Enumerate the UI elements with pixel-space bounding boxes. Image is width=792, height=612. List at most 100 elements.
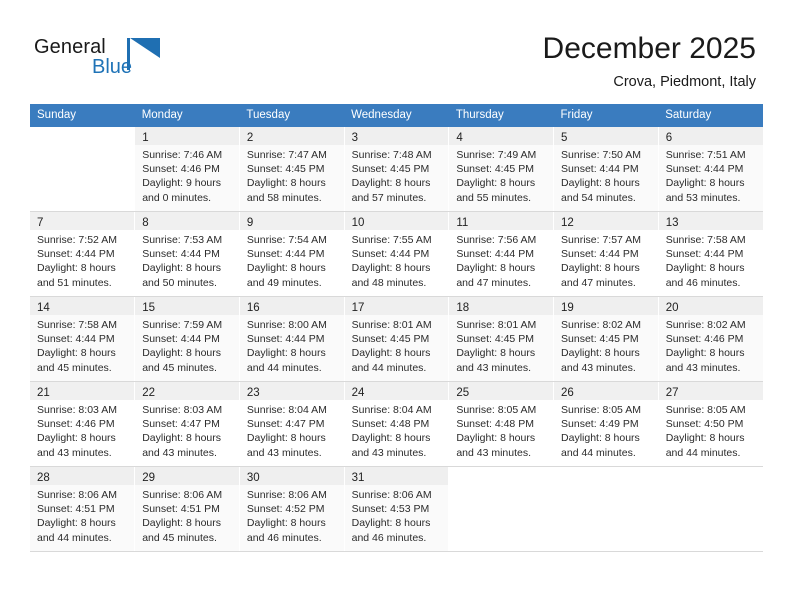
calendar-day-cell[interactable]: 27 Sunrise: 8:05 AM Sunset: 4:50 PM Dayligh… xyxy=(658,381,763,467)
calendar-day-cell[interactable]: 13 Sunrise: 7:58 AM Sunset: 4:44 PM Dayligh… xyxy=(658,211,763,297)
calendar-day-cell[interactable]: 16 Sunrise: 8:00 AM Sunset: 4:44 PM Dayligh… xyxy=(239,296,345,382)
sunset-text: Sunset: 4:45 PM xyxy=(561,333,639,346)
day-details: Sunrise: 8:01 AM Sunset: 4:45 PM Daylight:… xyxy=(345,315,449,375)
sunset-text: Sunset: 4:44 PM xyxy=(456,248,534,261)
day-cell-content: 10 Sunrise: 7:55 AM Sunset: 4:44 PM Dayligh… xyxy=(344,212,449,296)
day-cell-content: 13 Sunrise: 7:58 AM Sunset: 4:44 PM Dayligh… xyxy=(658,212,763,296)
day-details: Sunrise: 7:58 AM Sunset: 4:44 PM Daylight:… xyxy=(659,230,763,290)
day-number-bar: 1 xyxy=(135,127,239,145)
sunrise-text: Sunrise: 8:03 AM xyxy=(142,404,223,416)
sunset-text: Sunset: 4:44 PM xyxy=(142,333,220,346)
flag-triangle-icon xyxy=(130,38,160,58)
calendar-day-cell[interactable]: 28 Sunrise: 8:06 AM Sunset: 4:51 PM Dayligh… xyxy=(30,466,136,552)
calendar-day-cell[interactable]: 11 Sunrise: 7:56 AM Sunset: 4:44 PM Dayligh… xyxy=(448,211,555,297)
calendar-day-cell[interactable]: 22 Sunrise: 8:03 AM Sunset: 4:47 PM Dayligh… xyxy=(134,381,240,467)
day-number-bar: 2 xyxy=(239,127,344,145)
calendar-day-cell[interactable]: 29 Sunrise: 8:06 AM Sunset: 4:51 PM Dayligh… xyxy=(134,466,240,552)
sunset-text: Sunset: 4:51 PM xyxy=(142,503,220,516)
sunset-text: Sunset: 4:44 PM xyxy=(665,248,744,261)
sunset-text: Sunset: 4:51 PM xyxy=(37,503,115,516)
day-details: Sunrise: 7:47 AM Sunset: 4:45 PM Daylight:… xyxy=(240,145,344,205)
calendar-day-cell[interactable]: 3 Sunrise: 7:48 AM Sunset: 4:45 PM Daylight… xyxy=(344,127,450,212)
calendar-day-cell[interactable]: 8 Sunrise: 7:53 AM Sunset: 4:44 PM Daylight… xyxy=(134,211,240,297)
day-details: Sunrise: 7:56 AM Sunset: 4:44 PM Daylight:… xyxy=(449,230,553,290)
sunset-text: Sunset: 4:44 PM xyxy=(561,248,639,261)
brand-logo[interactable]: General Blue xyxy=(34,36,234,86)
calendar-day-cell[interactable]: 7 Sunrise: 7:52 AM Sunset: 4:44 PM Daylight… xyxy=(30,211,136,297)
sunrise-text: Sunrise: 8:05 AM xyxy=(561,404,641,416)
calendar-day-cell[interactable]: 18 Sunrise: 8:01 AM Sunset: 4:45 PM Dayligh… xyxy=(448,296,555,382)
daylight-text-line2: and 0 minutes. xyxy=(142,191,212,204)
daylight-text-line2: and 53 minutes. xyxy=(665,191,741,204)
day-number-bar xyxy=(449,467,553,485)
day-number-bar: 7 xyxy=(30,212,135,230)
day-details: Sunrise: 8:05 AM Sunset: 4:48 PM Daylight:… xyxy=(449,400,553,460)
sunset-text: Sunset: 4:44 PM xyxy=(665,163,744,176)
calendar-day-cell[interactable]: 25 Sunrise: 8:05 AM Sunset: 4:48 PM Dayligh… xyxy=(448,381,555,467)
daylight-text-line1: Daylight: 8 hours xyxy=(246,517,326,530)
day-details: Sunrise: 8:04 AM Sunset: 4:47 PM Daylight:… xyxy=(240,400,344,460)
day-number-bar: 14 xyxy=(30,297,135,315)
calendar-day-cell[interactable]: 31 Sunrise: 8:06 AM Sunset: 4:53 PM Dayligh… xyxy=(344,466,450,552)
calendar-day-cell[interactable]: 30 Sunrise: 8:06 AM Sunset: 4:52 PM Dayligh… xyxy=(239,466,345,552)
day-cell-content xyxy=(449,467,554,551)
sunset-text: Sunset: 4:45 PM xyxy=(351,333,430,346)
day-number-bar: 26 xyxy=(554,382,658,400)
daylight-text-line1: Daylight: 8 hours xyxy=(142,432,221,445)
calendar-day-cell[interactable]: 4 Sunrise: 7:49 AM Sunset: 4:45 PM Daylight… xyxy=(448,127,555,212)
calendar-day-cell[interactable]: 19 Sunrise: 8:02 AM Sunset: 4:45 PM Dayligh… xyxy=(553,296,659,382)
daylight-text-line2: and 44 minutes. xyxy=(351,361,427,374)
day-number: 24 xyxy=(351,387,365,399)
calendar-page: General Blue December 2025 Crova, Piedmo… xyxy=(0,0,792,612)
calendar-day-cell[interactable]: 21 Sunrise: 8:03 AM Sunset: 4:46 PM Dayligh… xyxy=(30,381,136,467)
sunset-text: Sunset: 4:52 PM xyxy=(246,503,325,516)
sunrise-text: Sunrise: 7:55 AM xyxy=(351,234,432,246)
day-cell-content: 26 Sunrise: 8:05 AM Sunset: 4:49 PM Dayligh… xyxy=(554,382,658,466)
calendar-day-cell[interactable]: 17 Sunrise: 8:01 AM Sunset: 4:45 PM Dayligh… xyxy=(344,296,450,382)
daylight-text-line1: Daylight: 8 hours xyxy=(456,432,536,445)
calendar-day-cell[interactable]: 5 Sunrise: 7:50 AM Sunset: 4:44 PM Daylight… xyxy=(553,127,659,212)
daylight-text-line1: Daylight: 8 hours xyxy=(37,262,116,275)
calendar-day-cell[interactable]: 1 Sunrise: 7:46 AM Sunset: 4:46 PM Daylight… xyxy=(134,127,240,212)
daylight-text-line1: Daylight: 9 hours xyxy=(142,177,221,190)
weekday-header-tuesday: Tuesday xyxy=(239,104,345,127)
daylight-text-line2: and 46 minutes. xyxy=(351,531,427,544)
calendar-day-cell[interactable]: 6 Sunrise: 7:51 AM Sunset: 4:44 PM Daylight… xyxy=(658,127,763,212)
calendar-day-cell[interactable]: 10 Sunrise: 7:55 AM Sunset: 4:44 PM Dayligh… xyxy=(344,211,450,297)
calendar-day-cell[interactable]: 26 Sunrise: 8:05 AM Sunset: 4:49 PM Dayligh… xyxy=(553,381,659,467)
calendar-day-cell[interactable]: 23 Sunrise: 8:04 AM Sunset: 4:47 PM Dayligh… xyxy=(239,381,345,467)
daylight-text-line2: and 43 minutes. xyxy=(561,361,636,374)
sunset-text: Sunset: 4:45 PM xyxy=(456,333,534,346)
calendar-day-cell[interactable]: 24 Sunrise: 8:04 AM Sunset: 4:48 PM Dayligh… xyxy=(344,381,450,467)
calendar-day-cell[interactable]: 12 Sunrise: 7:57 AM Sunset: 4:44 PM Dayligh… xyxy=(553,211,659,297)
calendar-day-cell[interactable]: 15 Sunrise: 7:59 AM Sunset: 4:44 PM Dayligh… xyxy=(134,296,240,382)
daylight-text-line2: and 45 minutes. xyxy=(37,361,112,374)
daylight-text-line2: and 43 minutes. xyxy=(246,446,322,459)
day-details: Sunrise: 8:06 AM Sunset: 4:52 PM Daylight:… xyxy=(240,485,344,545)
sunrise-text: Sunrise: 7:46 AM xyxy=(142,149,223,161)
day-number: 29 xyxy=(142,472,155,484)
calendar-day-cell[interactable]: 14 Sunrise: 7:58 AM Sunset: 4:44 PM Dayligh… xyxy=(30,296,136,382)
day-number: 21 xyxy=(37,387,50,399)
calendar-day-cell[interactable]: 20 Sunrise: 8:02 AM Sunset: 4:46 PM Dayligh… xyxy=(658,296,763,382)
day-number-bar: 5 xyxy=(554,127,658,145)
daylight-text-line1: Daylight: 8 hours xyxy=(351,517,431,530)
daylight-text-line1: Daylight: 8 hours xyxy=(142,347,221,360)
daylight-text-line1: Daylight: 8 hours xyxy=(246,262,326,275)
daylight-text-line1: Daylight: 8 hours xyxy=(246,432,326,445)
calendar-day-cell[interactable]: 9 Sunrise: 7:54 AM Sunset: 4:44 PM Daylight… xyxy=(239,211,345,297)
day-details: Sunrise: 7:59 AM Sunset: 4:44 PM Daylight:… xyxy=(135,315,239,375)
sunrise-text: Sunrise: 8:01 AM xyxy=(456,319,537,331)
day-number: 5 xyxy=(561,132,568,144)
day-cell-content: 2 Sunrise: 7:47 AM Sunset: 4:45 PM Daylight… xyxy=(239,127,344,211)
day-number: 1 xyxy=(142,132,149,144)
sunset-text: Sunset: 4:45 PM xyxy=(456,163,534,176)
day-number-bar: 4 xyxy=(449,127,554,145)
day-cell-content: 25 Sunrise: 8:05 AM Sunset: 4:48 PM Dayligh… xyxy=(449,382,554,466)
daylight-text-line1: Daylight: 8 hours xyxy=(456,262,536,275)
day-number-bar: 27 xyxy=(658,382,763,400)
calendar-day-cell[interactable]: 2 Sunrise: 7:47 AM Sunset: 4:45 PM Daylight… xyxy=(239,127,345,212)
daylight-text-line2: and 49 minutes. xyxy=(246,276,322,289)
daylight-text-line2: and 43 minutes. xyxy=(142,446,217,459)
sunrise-text: Sunrise: 8:03 AM xyxy=(37,404,117,416)
